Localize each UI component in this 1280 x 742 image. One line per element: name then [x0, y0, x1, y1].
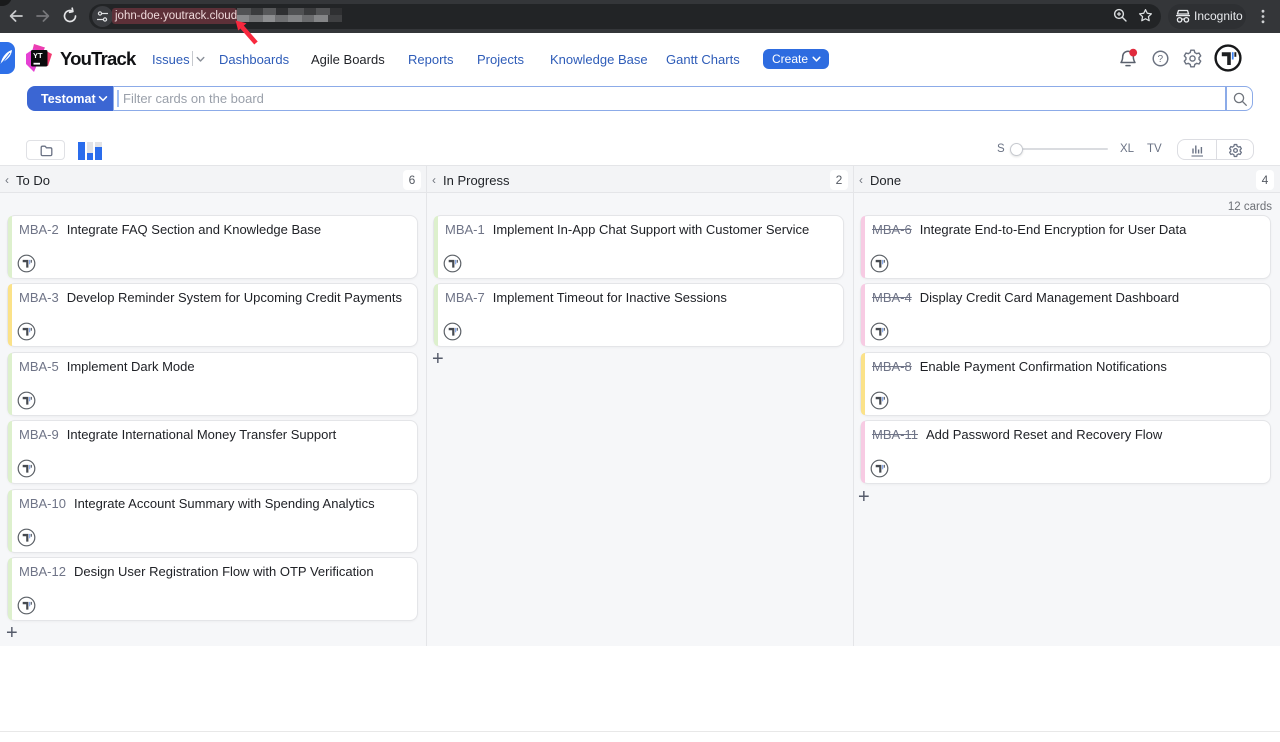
svg-text:?: ? [1158, 54, 1164, 65]
svg-text:YT: YT [33, 51, 43, 60]
